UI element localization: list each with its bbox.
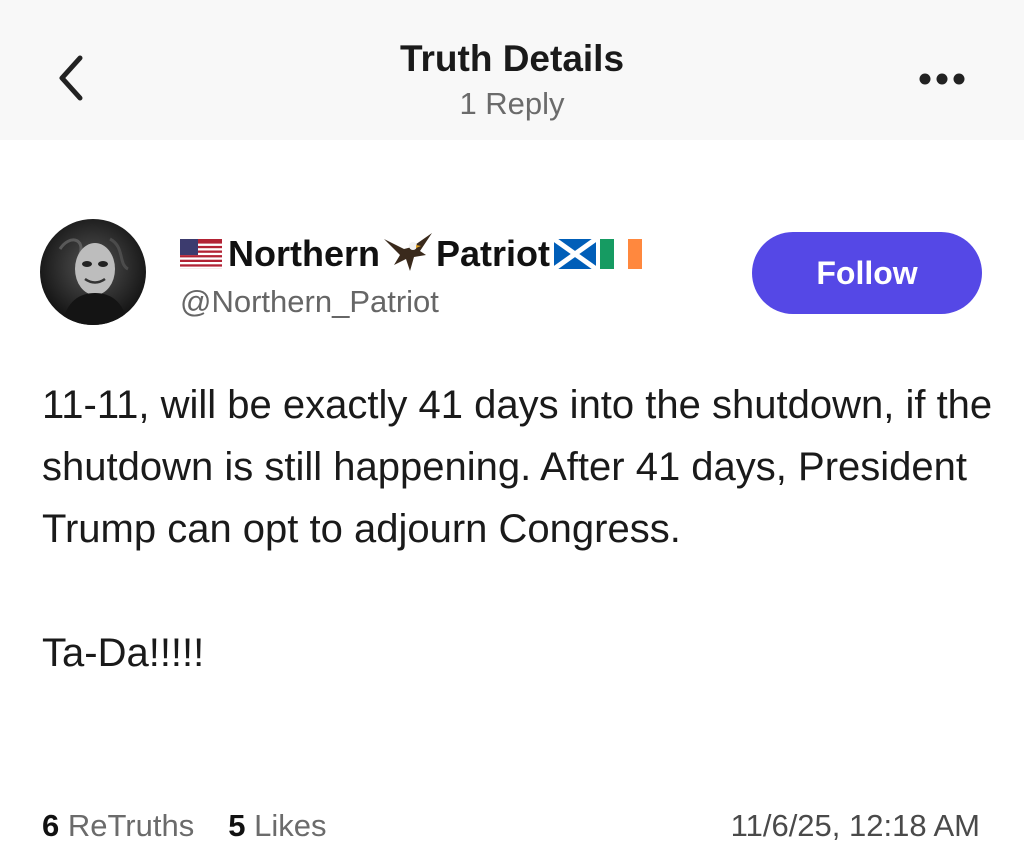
reply-count: 1 Reply xyxy=(459,86,565,121)
post-timestamp: 11/6/25, 12:18 AM xyxy=(730,808,980,843)
likes-count: 5 xyxy=(228,808,246,843)
more-horizontal-icon xyxy=(919,73,965,85)
likes-label: Likes xyxy=(254,808,327,843)
name-second: Patriot xyxy=(436,233,551,274)
retruths-count: 6 xyxy=(42,808,60,843)
ireland-flag-icon xyxy=(600,239,643,269)
likes-stat[interactable]: 5 Likes xyxy=(228,808,326,844)
avatar[interactable] xyxy=(40,219,146,325)
us-flag-icon xyxy=(180,239,222,269)
user-handle[interactable]: @Northern_Patriot xyxy=(180,284,439,320)
masked-figure-avatar-icon xyxy=(40,219,146,325)
retruths-stat[interactable]: 6 ReTruths xyxy=(42,808,194,844)
post-body: 11-11, will be exactly 41 days into the … xyxy=(42,374,1002,684)
page-title: Truth Details xyxy=(399,38,625,79)
post-stats: 6 ReTruths 5 Likes xyxy=(42,808,326,844)
scotland-flag-icon xyxy=(554,239,597,269)
post-text-closing: Ta-Da!!!!! xyxy=(42,631,205,675)
name-first: Northern xyxy=(228,233,380,274)
post-text: 11-11, will be exactly 41 days into the … xyxy=(42,383,993,551)
top-nav-bar: Truth Details 1 Reply xyxy=(0,0,1024,140)
eagle-icon xyxy=(384,233,432,271)
follow-button[interactable]: Follow xyxy=(752,232,982,314)
more-options-button[interactable] xyxy=(912,64,972,94)
retruths-label: ReTruths xyxy=(67,808,195,843)
display-name[interactable]: Northern Patriot xyxy=(180,230,643,278)
